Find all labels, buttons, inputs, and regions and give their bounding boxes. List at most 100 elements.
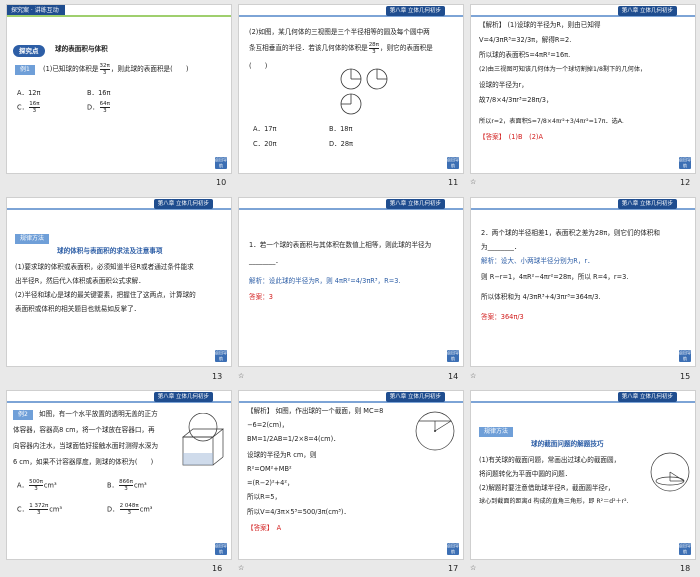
slide-thumbnail-15[interactable]: 第八章 立体几何初步 2．两个球的半径相差1，表面积之差为28π，则它们的体积和… <box>470 197 696 367</box>
option-d: D． 2 048π 3 cm³ <box>107 503 153 516</box>
header-rule <box>7 15 231 17</box>
analysis-line-4: (2)由三视图可知该几何体为一个球切割掉1/8剩下的几何体， <box>479 66 647 73</box>
example-badge: 例2 <box>13 410 33 420</box>
option-d: D．28π <box>329 140 354 148</box>
option-b: B． 866π 3 cm³ <box>107 479 147 492</box>
transition-star-icon[interactable]: ☆ <box>470 564 476 572</box>
slide-heading: 球的截面问题的解题技巧 <box>531 440 604 448</box>
slide-number: 13 <box>212 372 223 381</box>
slide-thumbnail-18[interactable]: 第八章 立体几何初步 规律方法 球的截面问题的解题技巧 (1)有关球的截面问题，… <box>470 390 696 560</box>
body-line-2: 将问题转化为平面中圆的问题． <box>479 470 572 478</box>
header-bar: 第八章 立体几何初步 <box>239 198 463 211</box>
transition-star-icon[interactable]: ☆ <box>470 178 476 186</box>
option-c: C．20π <box>253 140 277 148</box>
question-line-2: 体容器，容器高8 cm，将一个球放在容器口，再 <box>13 426 155 434</box>
question-line-2: ________． <box>249 257 282 265</box>
header-bar: 第八章 立体几何初步 <box>239 391 463 404</box>
back-navigation-button[interactable]: 返回导航 <box>447 543 459 555</box>
back-navigation-button[interactable]: 返回导航 <box>447 157 459 169</box>
option-c: C． 1 372π 3 cm³ <box>17 503 62 516</box>
slide-number: 14 <box>448 372 459 381</box>
option-c: C． 16π 3 <box>17 101 40 114</box>
analysis-line-6: =(R−2)²+4²， <box>247 479 294 487</box>
cube-sphere-figure <box>182 413 224 466</box>
back-navigation-button[interactable]: 返回导航 <box>215 350 227 362</box>
question-line-4: 6 cm，如果不计容器厚度，则球的体积为( ) <box>13 458 154 466</box>
question-line-1: 如图，有一个水平放置的透明无盖的正方 <box>39 410 158 418</box>
analysis-line-1: 解析：设大、小两球半径分别为R，r． <box>481 257 594 265</box>
header-bar: 第八章 立体几何初步 <box>7 391 231 404</box>
question-line-3: 向容器内注水，当球面恰好接触水面时测得水深为 <box>13 442 159 450</box>
body-line-4: 球心到截面的距离d 构成的直角三角形，即 R²＝d²＋r². <box>479 498 629 505</box>
question-line-1: (2)如图，某几何体的三视图是三个半径相等的圆及每个圆中两 <box>249 28 430 36</box>
answer-text: 答案：3 <box>249 293 273 301</box>
analysis-line-5: 设球的半径为r， <box>479 81 528 89</box>
option-b: B．18π <box>329 125 353 133</box>
header-bar: 第八章 立体几何初步 <box>7 198 231 211</box>
analysis-line-1: 【解析】 如图，作出球的一个截面，则 MC=8 <box>247 407 384 415</box>
analysis-line-2: −6=2(cm)， <box>247 421 289 429</box>
option-a: A． 500π 3 cm³ <box>17 479 57 492</box>
analysis-line-6: 故7/8×4/3πr³=28π/3， <box>479 96 553 104</box>
sphere-section-figure <box>415 411 455 451</box>
body-line-4: 表面积或体积的相关题目也就易如反掌了． <box>15 305 141 313</box>
slide-number: 16 <box>212 564 223 573</box>
question-line-3: ( ) <box>249 62 268 70</box>
analysis-line-7: 所以R=5， <box>247 493 282 501</box>
header-bar: 第八章 立体几何初步 <box>471 391 695 404</box>
slide-number: 11 <box>448 178 459 187</box>
transition-star-icon[interactable]: ☆ <box>470 372 476 380</box>
slide-number: 12 <box>680 178 691 187</box>
analysis-line-3: 所以球的表面积S=4πR²=16π. <box>479 51 571 59</box>
body-line-1: (1)有关球的截面问题，常画出过球心的截面圆， <box>479 456 621 464</box>
back-navigation-button[interactable]: 返回导航 <box>679 543 691 555</box>
section-tag: 规律方法 <box>479 427 514 437</box>
analysis-line-4: 设球的半径为R cm，则 <box>247 451 317 459</box>
back-navigation-button[interactable]: 返回导航 <box>215 157 227 169</box>
option-d: D． 64π 3 <box>87 101 110 114</box>
analysis-line-5: R²=OM²+MB² <box>247 465 292 473</box>
question-line-1: 1．若一个球的表面积与其体积在数值上相等，则此球的半径为 <box>249 241 432 249</box>
back-navigation-button[interactable]: 返回导航 <box>679 157 691 169</box>
sphere-cross-section-figure <box>650 452 690 492</box>
analysis-line-7: 所以r=2，表面积S=7/8×4πr²+3/4πr²=17π．选A. <box>479 118 624 125</box>
header-bar: 第八章 立体几何初步 <box>239 5 463 18</box>
slide-thumbnail-13[interactable]: 第八章 立体几何初步 规律方法 球的体积与表面积的求法及注意事项 (1)要求球的… <box>6 197 232 367</box>
back-navigation-button[interactable]: 返回导航 <box>447 350 459 362</box>
analysis-line-1: 【解析】 (1)设球的半径为R，则由已知得 <box>479 21 601 29</box>
answer-text: 【答案】 (1)B (2)A <box>479 133 543 141</box>
back-navigation-button[interactable]: 返回导航 <box>215 543 227 555</box>
slide-thumbnail-10[interactable]: 探究案 · 讲练互动 探究点 球的表面积与体积 例1 (1)已知球的体积是 32π… <box>6 4 232 174</box>
slide-number: 10 <box>216 178 227 187</box>
slide-thumbnail-17[interactable]: 第八章 立体几何初步 【解析】 如图，作出球的一个截面，则 MC=8 −6=2(… <box>238 390 464 560</box>
question-line-1: 2．两个球的半径相差1，表面积之差为28π，则它们的体积和 <box>481 229 660 237</box>
section-label: 探究点 <box>13 45 45 57</box>
answer-text: 答案：364π/3 <box>481 313 524 321</box>
slide-thumbnail-11[interactable]: 第八章 立体几何初步 (2)如图，某几何体的三视图是三个半径相等的圆及每个圆中两… <box>238 4 464 174</box>
body-line-3: (2)解题时要注意借助球半径R，截面圆半径r， <box>479 484 615 492</box>
transition-star-icon[interactable]: ☆ <box>238 372 244 380</box>
option-a: A．17π <box>253 125 277 133</box>
back-navigation-button[interactable]: 返回导航 <box>679 350 691 362</box>
slide-thumbnail-14[interactable]: 第八章 立体几何初步 1．若一个球的表面积与其体积在数值上相等，则此球的半径为 … <box>238 197 464 367</box>
analysis-line-2: V=4/3πR³=32/3π，解得R=2. <box>479 36 572 44</box>
slide-thumbnail-16[interactable]: 第八章 立体几何初步 例2 如图，有一个水平放置的透明无盖的正方 体容器，容器高… <box>6 390 232 560</box>
slide-number: 17 <box>448 564 459 573</box>
answer-text: 【答案】 A <box>247 524 282 532</box>
transition-star-icon[interactable]: ☆ <box>238 564 244 572</box>
header-bar: 第八章 立体几何初步 <box>471 5 695 18</box>
analysis-line-3: BM=1/2AB=1/2×8=4(cm)． <box>247 435 340 443</box>
analysis-line-2: 则 R−r=1，4πR²−4πr²=28π，所以 R=4，r=3. <box>481 273 629 281</box>
option-b: B．16π <box>87 89 111 97</box>
question-line-2: 条互相垂直的半径．若该几何体的体积是 28π 3 ，则它的表面积是 <box>249 41 433 55</box>
question-text: (1)已知球的体积是 32π 3 ，则此球的表面积是( ) <box>43 62 189 76</box>
slide-heading: 球的体积与表面积的求法及注意事项 <box>57 247 163 255</box>
header-bar: 第八章 立体几何初步 <box>471 198 695 211</box>
body-line-1: (1)要求球的体积或表面积，必须知道半径R或者通过条件能求 <box>15 263 194 271</box>
analysis-text: 解析：设此球的半径为R，则 4πR²=4/3πR³，R=3. <box>249 277 401 285</box>
three-view-figure <box>340 68 388 115</box>
slide-thumbnail-12[interactable]: 第八章 立体几何初步 【解析】 (1)设球的半径为R，则由已知得 V=4/3πR… <box>470 4 696 174</box>
section-tag: 规律方法 <box>15 234 50 244</box>
example-badge: 例1 <box>15 65 35 75</box>
slide-number: 15 <box>680 372 691 381</box>
